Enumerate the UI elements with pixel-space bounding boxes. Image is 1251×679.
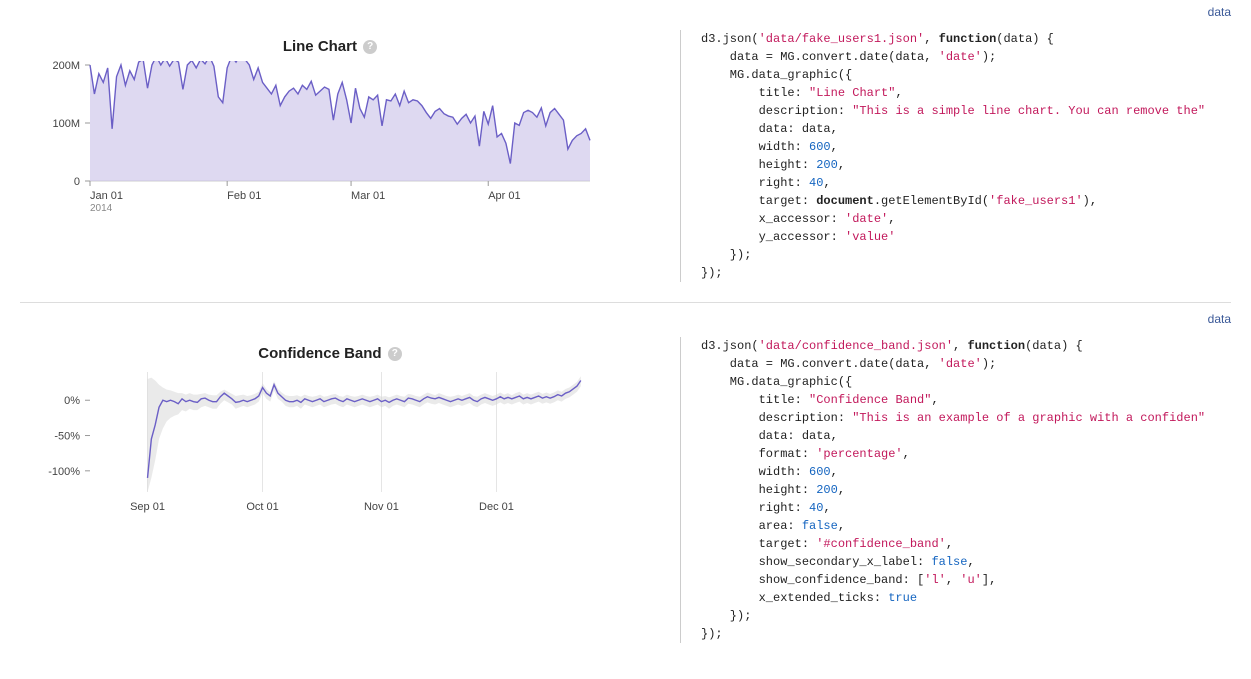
code-block-line-chart: d3.json('data/fake_users1.json', functio…	[701, 30, 1231, 282]
svg-text:Sep 01: Sep 01	[130, 501, 165, 513]
svg-text:Nov 01: Nov 01	[364, 501, 399, 513]
data-link[interactable]: data	[1208, 5, 1231, 19]
svg-text:100M: 100M	[52, 118, 80, 130]
chart-title: Confidence Band ?	[20, 337, 640, 368]
data-link[interactable]: data	[1208, 312, 1231, 326]
svg-text:Mar 01: Mar 01	[351, 190, 385, 202]
example-confidence-band: Confidence Band ? Sep 01 Oct 01 Nov 01 Dec …	[20, 331, 1231, 659]
svg-text:Oct 01: Oct 01	[246, 501, 278, 513]
chart-title: Line Chart ?	[20, 30, 640, 61]
svg-text:200M: 200M	[52, 61, 80, 72]
svg-text:-100%: -100%	[48, 466, 80, 478]
svg-text:Apr 01: Apr 01	[488, 190, 520, 202]
chart-title-text: Confidence Band	[258, 345, 381, 362]
chart-confidence: Sep 01 Oct 01 Nov 01 Dec 01 0% -50% -100%	[20, 368, 640, 528]
svg-text:0%: 0%	[64, 395, 80, 407]
svg-text:Feb 01: Feb 01	[227, 190, 261, 202]
code-panel: d3.json('data/fake_users1.json', functio…	[680, 30, 1231, 282]
svg-text:-50%: -50%	[54, 431, 80, 443]
code-panel: d3.json('data/confidence_band.json', fun…	[680, 337, 1231, 643]
svg-text:Dec 01: Dec 01	[479, 501, 514, 513]
help-icon[interactable]: ?	[388, 347, 402, 361]
chart-title-text: Line Chart	[283, 38, 357, 55]
code-block-confidence-band: d3.json('data/confidence_band.json', fun…	[701, 337, 1231, 643]
data-link-row: data	[20, 307, 1231, 331]
chart-line: 0 100M 200M Jan 012014 Feb 01 Mar 01 Apr 01	[20, 61, 640, 221]
help-icon[interactable]: ?	[363, 40, 377, 54]
svg-text:0: 0	[74, 176, 80, 188]
svg-text:2014: 2014	[90, 203, 113, 214]
svg-text:Jan 01: Jan 01	[90, 190, 123, 202]
example-line-chart: Line Chart ? 0 100M 200M Jan 012014 Feb 01 Ma…	[20, 24, 1231, 298]
section-divider	[20, 302, 1231, 303]
data-link-row: data	[20, 0, 1231, 24]
